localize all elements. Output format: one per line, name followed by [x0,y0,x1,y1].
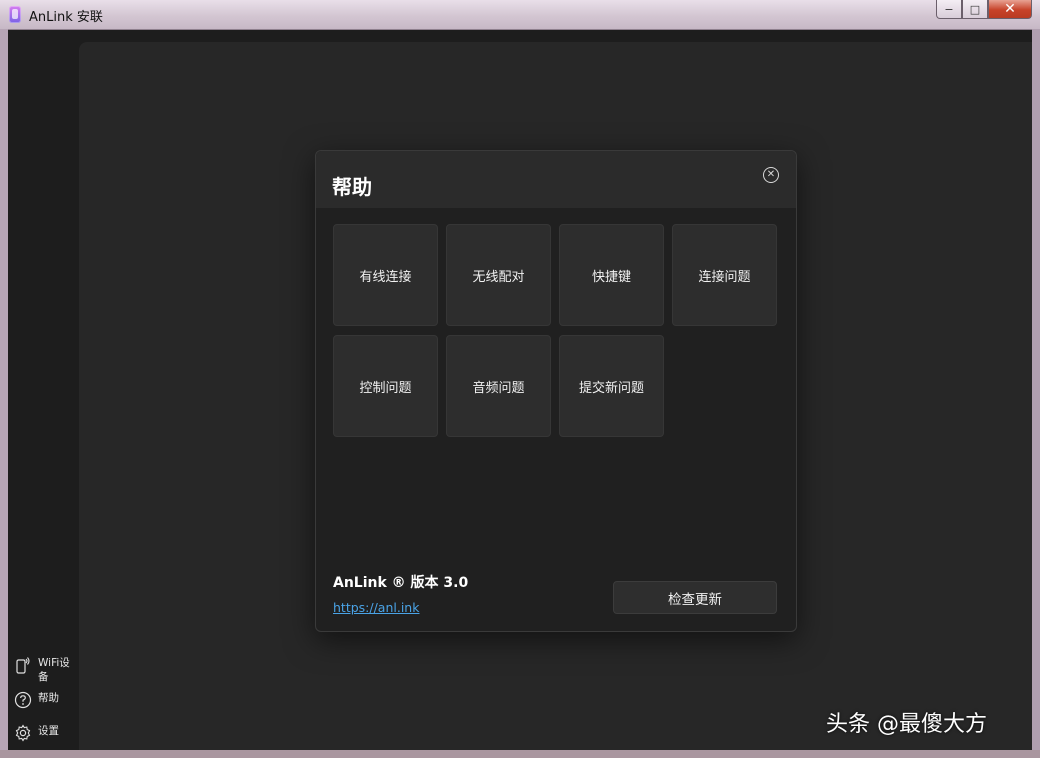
tile-connection-issues[interactable]: 连接问题 [672,224,777,326]
tile-label: 提交新问题 [578,380,644,396]
gear-icon [14,724,32,742]
tile-label: 音频问题 [472,380,525,396]
sidebar-item-help[interactable]: 帮助 [14,691,78,709]
phone-wifi-icon [14,656,32,674]
website-link[interactable]: https://anl.ink [333,600,419,615]
tile-label: 控制问题 [359,380,412,396]
window-title: AnLink 安联 [29,10,103,25]
sidebar: WiFi设备 帮助 设置 [8,30,79,750]
sidebar-item-label: 设置 [38,725,59,737]
close-window-button[interactable]: ✕ [988,0,1032,19]
sidebar-item-wifi-devices[interactable]: WiFi设备 [14,656,78,684]
dialog-title: 帮助 [332,175,372,199]
tile-audio-issues[interactable]: 音频问题 [446,335,551,437]
dialog-header: 帮助 ✕ [316,151,796,208]
minimize-button[interactable]: − [936,0,962,19]
tile-label: 快捷键 [591,269,631,285]
sidebar-item-settings[interactable]: 设置 [14,724,78,742]
window-frame-left [0,29,8,758]
version-text: AnLink ® 版本 3.0 [333,575,469,591]
help-circle-icon [14,691,32,709]
close-circle-icon: ✕ [766,169,776,180]
dialog-close-button[interactable]: ✕ [763,167,779,183]
window-frame-right [1032,29,1040,758]
maximize-icon: □ [969,2,981,16]
title-bar[interactable]: AnLink 安联 − □ ✕ [0,0,1040,30]
tile-wired-connection[interactable]: 有线连接 [333,224,438,326]
check-update-button[interactable]: 检查更新 [613,581,777,614]
tile-wireless-pairing[interactable]: 无线配对 [446,224,551,326]
app-icon [9,6,21,23]
tile-shortcuts[interactable]: 快捷键 [559,224,664,326]
minimize-icon: − [944,2,954,16]
help-dialog: 帮助 ✕ 有线连接 无线配对 快捷键 连接问题 控制问题 音频问题 提交新问题 … [315,150,797,632]
tile-submit-new-issue[interactable]: 提交新问题 [559,335,664,437]
tile-control-issues[interactable]: 控制问题 [333,335,438,437]
tile-label: 有线连接 [359,269,412,285]
check-update-label: 检查更新 [668,591,722,608]
window-controls: − □ ✕ [936,0,1032,20]
window-frame-bottom [0,750,1040,758]
sidebar-item-label: 帮助 [38,692,59,704]
tile-label: 连接问题 [698,269,751,285]
maximize-button[interactable]: □ [962,0,988,19]
watermark: 头条 @最傻大方 [826,712,987,737]
sidebar-item-label: WiFi设备 [38,657,70,683]
close-icon: ✕ [1004,1,1016,17]
tile-label: 无线配对 [472,269,525,285]
